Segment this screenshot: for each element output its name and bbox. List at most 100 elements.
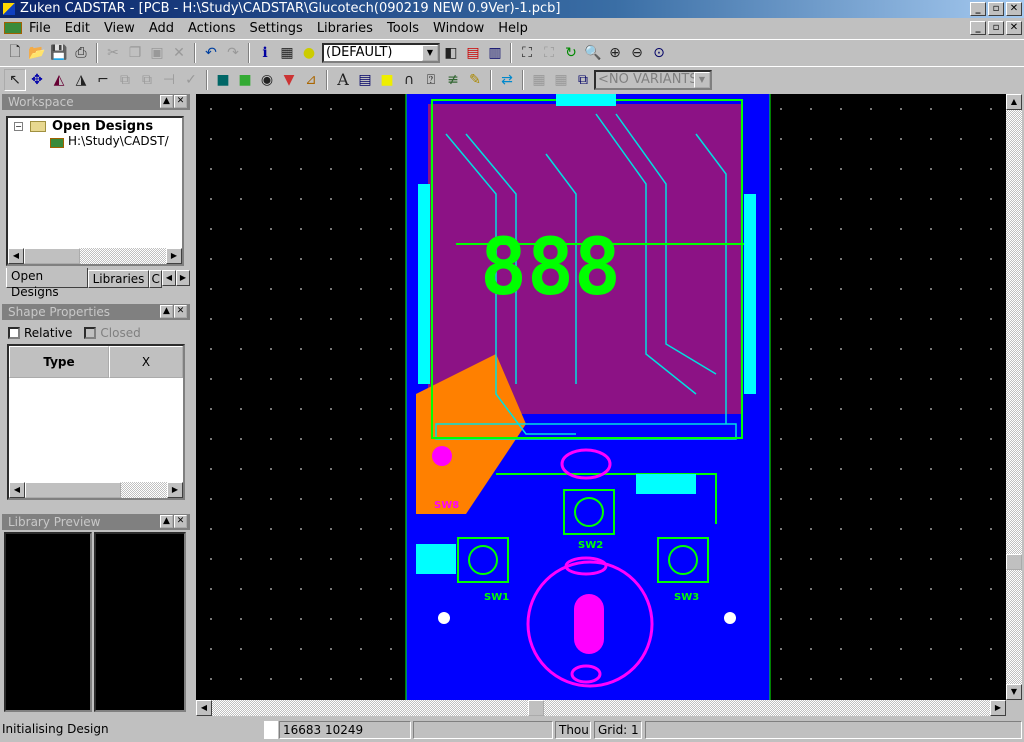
- rotate-icon[interactable]: ◭: [48, 69, 70, 91]
- tab-scroll-left[interactable]: ◀: [162, 270, 176, 286]
- dock-icon[interactable]: ▲: [160, 305, 173, 318]
- vertical-scrollbar[interactable]: ▲ ▼: [1006, 94, 1022, 700]
- layer-down-icon[interactable]: ▤: [462, 42, 484, 64]
- edit-label-icon[interactable]: ✎: [464, 69, 486, 91]
- select-arrow-icon[interactable]: ↖: [4, 68, 26, 91]
- menu-file[interactable]: File: [22, 21, 58, 36]
- route-icon[interactable]: ⌐: [92, 69, 114, 91]
- via-icon[interactable]: ▼: [278, 69, 300, 91]
- copper-icon[interactable]: ■: [234, 69, 256, 91]
- menu-libraries[interactable]: Libraries: [310, 21, 380, 36]
- copy-icon[interactable]: ❐: [124, 42, 146, 64]
- mirror-icon[interactable]: ◮: [70, 69, 92, 91]
- check-icon[interactable]: ✓: [180, 69, 202, 91]
- variant-b-icon[interactable]: ▦: [550, 69, 572, 91]
- variants-select[interactable]: <NO VARIANTS> ▼: [594, 69, 712, 90]
- scroll-thumb[interactable]: [24, 248, 80, 264]
- relative-checkbox[interactable]: [8, 327, 20, 339]
- dock-icon[interactable]: ▲: [160, 515, 173, 528]
- scroll-up-button[interactable]: ▲: [1006, 94, 1022, 110]
- zoom-fit-icon[interactable]: ⛶: [516, 42, 538, 64]
- swap-icon[interactable]: ⇄: [496, 69, 518, 91]
- menu-window[interactable]: Window: [426, 21, 491, 36]
- menu-help[interactable]: Help: [491, 21, 535, 36]
- doc-close-button[interactable]: ✕: [1006, 21, 1022, 35]
- tab-scroll-right[interactable]: ▶: [176, 270, 190, 286]
- table-hscrollbar[interactable]: ◀ ▶: [9, 482, 183, 498]
- scroll-down-button[interactable]: ▼: [1006, 684, 1022, 700]
- close-icon[interactable]: ✕: [174, 95, 187, 108]
- chevron-down-icon[interactable]: ▼: [422, 44, 438, 61]
- figure-icon[interactable]: ▤: [354, 69, 376, 91]
- jumper-icon[interactable]: ∩: [398, 69, 420, 91]
- tab-open-designs[interactable]: Open Designs: [6, 268, 88, 299]
- close-button[interactable]: ✕: [1006, 2, 1022, 16]
- tab-libraries[interactable]: Libraries: [87, 270, 150, 288]
- doc-minimize-button[interactable]: _: [970, 21, 986, 35]
- scroll-left-button[interactable]: ◀: [196, 700, 212, 716]
- zoom-pan-icon[interactable]: ⊙: [648, 42, 670, 64]
- testpoint-icon[interactable]: ⍰: [420, 69, 442, 91]
- zoom-window-icon[interactable]: 🔍: [582, 42, 604, 64]
- cut-icon[interactable]: ✂: [102, 42, 124, 64]
- menu-view[interactable]: View: [97, 21, 142, 36]
- new-icon[interactable]: 🗋: [4, 42, 26, 64]
- restore-button[interactable]: ▫: [988, 2, 1004, 16]
- close-icon[interactable]: ✕: [174, 305, 187, 318]
- group-icon[interactable]: ⧉: [114, 69, 136, 91]
- menu-settings[interactable]: Settings: [242, 21, 309, 36]
- horizontal-scrollbar[interactable]: ◀ ▶: [196, 700, 1006, 716]
- pad-icon[interactable]: ◉: [256, 69, 278, 91]
- layer-stack-icon[interactable]: ▥: [484, 42, 506, 64]
- delete-icon[interactable]: ✕: [168, 42, 190, 64]
- menu-add[interactable]: Add: [142, 21, 181, 36]
- chevron-down-icon[interactable]: ▼: [694, 71, 710, 88]
- move-icon[interactable]: ✥: [26, 69, 48, 91]
- info-icon[interactable]: i: [254, 42, 276, 64]
- menu-actions[interactable]: Actions: [181, 21, 243, 36]
- join-icon[interactable]: ⊣: [158, 69, 180, 91]
- netlist-icon[interactable]: ≢: [442, 69, 464, 91]
- minimize-button[interactable]: _: [970, 2, 986, 16]
- dock-icon[interactable]: ▲: [160, 95, 173, 108]
- pcb-document-icon[interactable]: [4, 22, 22, 34]
- pcb-icon: [50, 138, 64, 148]
- vscroll-thumb[interactable]: [1006, 554, 1022, 570]
- ungroup-icon[interactable]: ⧉: [136, 69, 158, 91]
- zoom-in-icon[interactable]: ⊕: [604, 42, 626, 64]
- area-icon[interactable]: ■: [376, 69, 398, 91]
- undo-icon[interactable]: ↶: [200, 42, 222, 64]
- tree-root[interactable]: Open Designs: [52, 119, 153, 134]
- hscroll-thumb[interactable]: [528, 700, 544, 716]
- pcb-canvas[interactable]: 888 SW1 SW2 SW3 SW8: [196, 94, 1006, 700]
- component-icon[interactable]: ■: [212, 69, 234, 91]
- redraw-icon[interactable]: ↻: [560, 42, 582, 64]
- collapse-icon[interactable]: −: [14, 122, 23, 131]
- closed-checkbox[interactable]: [84, 327, 97, 339]
- zoom-out-icon[interactable]: ⊖: [626, 42, 648, 64]
- tree-item-design[interactable]: H:\Study\CADST/: [68, 134, 182, 148]
- dimension-icon[interactable]: ⊿: [300, 69, 322, 91]
- layer-select[interactable]: (DEFAULT) ▼: [322, 42, 440, 63]
- col-type[interactable]: Type: [9, 346, 109, 378]
- doc-restore-button[interactable]: ▫: [988, 21, 1004, 35]
- paste-icon[interactable]: ▣: [146, 42, 168, 64]
- tab-c[interactable]: C: [149, 270, 162, 288]
- zoom-previous-icon[interactable]: ⛶: [538, 42, 560, 64]
- menu-tools[interactable]: Tools: [380, 21, 426, 36]
- table-icon[interactable]: ▦: [276, 42, 298, 64]
- variant-manager-icon[interactable]: ⧉: [572, 69, 594, 91]
- scroll-right-button[interactable]: ▶: [990, 700, 1006, 716]
- palette-icon[interactable]: ●: [298, 42, 320, 64]
- menu-edit[interactable]: Edit: [58, 21, 97, 36]
- redo-icon[interactable]: ↷: [222, 42, 244, 64]
- tree-hscrollbar[interactable]: ◀ ▶: [8, 248, 182, 264]
- save-icon[interactable]: 💾: [48, 42, 70, 64]
- layer-view-icon[interactable]: ◧: [440, 42, 462, 64]
- col-x[interactable]: X: [109, 346, 183, 378]
- print-icon[interactable]: ⎙: [70, 42, 92, 64]
- close-icon[interactable]: ✕: [174, 515, 187, 528]
- text-icon[interactable]: A: [332, 69, 354, 91]
- open-icon[interactable]: 📂: [26, 42, 48, 64]
- variant-a-icon[interactable]: ▦: [528, 69, 550, 91]
